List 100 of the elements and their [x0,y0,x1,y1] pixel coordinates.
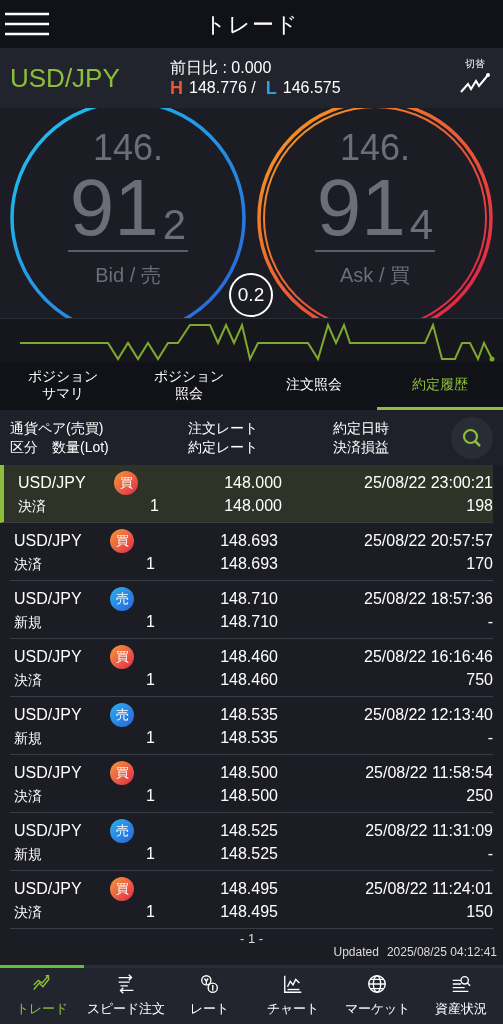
column-header: 通貨ペア(売買) [10,418,105,438]
table-cell-text: 148.710 [219,611,278,632]
screen-title: トレード [203,10,300,39]
table-cell-text: 148.693 [219,553,278,574]
column-header: 約定レート [188,437,259,457]
spread-badge: 0.2 [229,273,273,317]
price-label: Ask / 買 [340,263,410,288]
table-cell-text: 新規 [14,844,43,864]
table-cell-text: 148.500 [219,785,278,806]
table-cell-text: 148.495 [219,878,278,899]
side-label: 買 [110,760,134,785]
currency-pair: USD/JPY [10,61,121,95]
chart-switch-button[interactable]: 切替 [459,58,491,94]
trade-row[interactable]: USD/JPY 買 148.500 25/08/22 11:58:54 決済 1 148.500 250 [10,755,493,813]
table-cell-text: 1 [145,669,155,690]
table-cell-text: 1 [145,785,155,806]
trade-row[interactable]: USD/JPY 売 148.535 25/08/22 12:13:40 新規 1 148.535 - [10,697,493,755]
table-cell-text: 決済 [14,670,43,690]
side-label: 買 [114,470,138,495]
table-cell-text: 25/08/22 11:58:54 [364,762,493,783]
table-cell-text: 決済 [18,496,47,516]
side-label: 買 [110,876,134,901]
search-icon [462,428,482,448]
table-cell-text: 1 [145,901,155,922]
table-cell-text: 198 [465,495,493,516]
price-pip: 2 [162,202,187,248]
price-main: 91 [316,168,406,248]
price-label: Bid / 売 [95,263,161,288]
table-cell-text: 250 [465,785,493,806]
table-cell-text: 148.710 [219,588,278,609]
table-cell-text: 1 [145,843,155,864]
table-cell-text: - [486,843,493,864]
menu-icon[interactable] [5,12,49,36]
tab[interactable]: ポジション 照会 [125,362,252,410]
trade-row[interactable]: USD/JPY 買 148.495 25/08/22 11:24:01 決済 1 148.495 150 [10,871,493,929]
tab[interactable]: ポジション サマリ [0,362,126,410]
table-cell-text: 25/08/22 16:16:46 [363,646,493,667]
table-cell-text: 148.525 [219,843,278,864]
table-cell-text: 1 [149,495,159,516]
price-pip: 4 [409,202,434,248]
trade-row[interactable]: USD/JPY 買 148.000 25/08/22 23:00:21 決済 1 148.000 198 [0,465,493,523]
table-cell-text: 決済 [14,554,43,574]
trade-row[interactable]: USD/JPY 買 148.693 25/08/22 20:57:57 決済 1 148.693 170 [10,523,493,581]
table-cell-text: 148.535 [219,704,278,725]
table-cell-text: 25/08/22 12:13:40 [363,704,493,725]
table-cell-text: 25/08/22 18:57:36 [363,588,493,609]
price-main: 91 [69,168,159,248]
table-cell-text: 148.500 [219,762,278,783]
tab[interactable]: 注文照会 [251,362,378,410]
side-label: 買 [110,528,134,553]
trade-row[interactable]: USD/JPY 売 148.710 25/08/22 18:57:36 新規 1 148.710 - [10,581,493,639]
table-cell-text: USD/JPY [14,530,83,551]
column-header: 区分 数量(Lot) [10,437,110,457]
high-value: 148.776 / [189,78,256,98]
side-label: 売 [110,818,134,843]
table-cell-text: USD/JPY [18,472,87,493]
table-cell-text: 148.495 [219,901,278,922]
nav-tab[interactable]: レート [167,968,252,1024]
table-cell-text: 新規 [14,612,43,632]
table-cell-text: USD/JPY [14,762,83,783]
table-cell-text: USD/JPY [14,820,83,841]
table-cell-text: 148.460 [219,646,278,667]
side-label: 買 [110,644,134,669]
nav-tab[interactable]: チャート [251,968,336,1024]
nav-tab[interactable]: 資産状況 [419,968,503,1024]
trade-row[interactable]: USD/JPY 売 148.525 25/08/22 11:31:09 新規 1 148.525 - [10,813,493,871]
table-cell-text: 1 [145,611,155,632]
table-cell-text: 170 [465,553,493,574]
table-cell-text: 148.000 [223,495,282,516]
search-button[interactable] [451,417,493,459]
table-cell-text: - [486,727,493,748]
page-indicator: - 1 - [240,930,264,948]
table-cell-text: 148.000 [223,472,282,493]
side-label: 売 [110,586,134,611]
table-cell-text: 148.525 [219,820,278,841]
table-cell-text: 150 [465,901,493,922]
updated-time: 2025/08/25 04:12:41 [386,944,497,961]
table-cell-text: 25/08/22 23:00:21 [363,472,493,493]
nav-tab[interactable]: マーケット [335,968,420,1024]
table-cell-text: USD/JPY [14,646,83,667]
nav-tab[interactable]: スピード注文 [83,968,168,1024]
trade-row[interactable]: USD/JPY 買 148.460 25/08/22 16:16:46 決済 1 148.460 750 [10,639,493,697]
high-label: H [170,78,183,98]
column-header: 注文レート [188,418,259,438]
low-value: 146.575 [282,78,341,98]
column-header: 決済損益 [333,437,390,457]
price-prefix: 146. [339,128,411,168]
table-cell-text: 1 [145,727,155,748]
nav-tab[interactable]: トレード [0,968,84,1024]
table-cell-text: 148.460 [219,669,278,690]
side-label: 売 [110,702,134,727]
table-cell-text: 148.693 [219,530,278,551]
globe-icon [366,973,389,996]
table-cell-text: - [486,611,493,632]
table-cell-text: 25/08/22 11:31:09 [364,820,493,841]
change-text: 前日比 : 0.000 [170,58,273,78]
currency-icon [198,973,221,996]
column-header: 約定日時 [333,418,390,438]
low-label: L [265,78,277,98]
table-cell-text: USD/JPY [14,588,83,609]
